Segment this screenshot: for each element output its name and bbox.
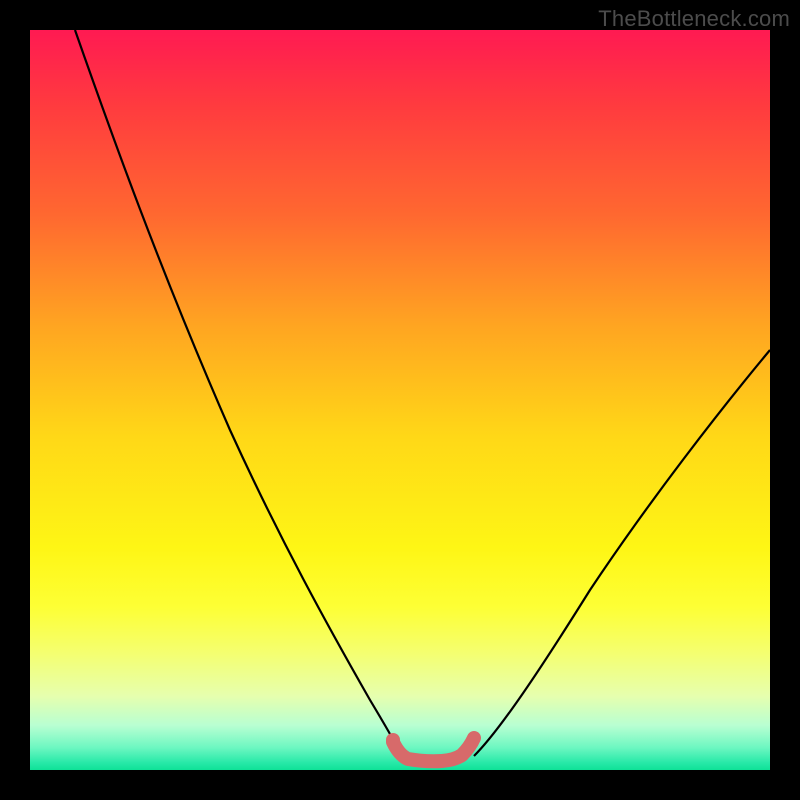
bottom-wiggle: [393, 738, 474, 761]
plot-frame: [30, 30, 770, 770]
plot-svg: [30, 30, 770, 770]
right-curve: [474, 350, 770, 756]
watermark-text: TheBottleneck.com: [598, 6, 790, 32]
left-curve: [75, 30, 402, 756]
